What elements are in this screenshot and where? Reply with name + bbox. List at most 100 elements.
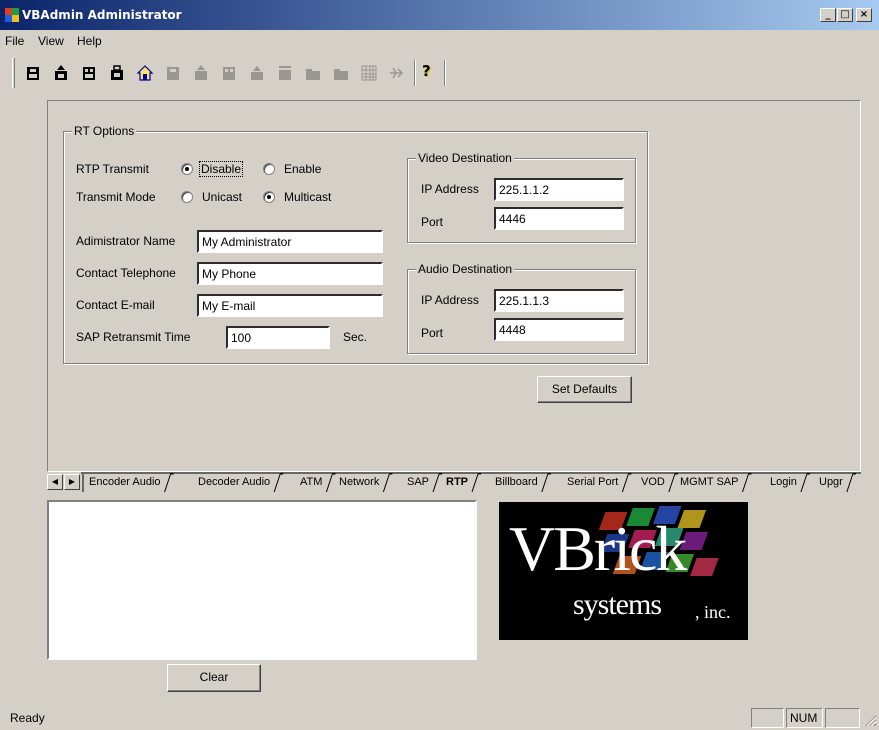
tab-scroll-left-button[interactable]: ◀ xyxy=(47,474,63,490)
tab-encoder-audio[interactable]: Encoder Audio xyxy=(89,474,161,492)
audio-ip-label: IP Address xyxy=(421,293,479,307)
disable-label[interactable]: Disable xyxy=(199,161,244,177)
tab-sap[interactable]: SAP xyxy=(407,474,429,492)
contact-phone-field[interactable]: My Phone xyxy=(197,262,383,285)
disk-upload-disabled-icon xyxy=(195,65,207,80)
title-bar[interactable]: VBAdmin Administrator _ □ × xyxy=(0,0,879,30)
rtp-panel: RT Options RTP Transmit Disable Enable T… xyxy=(47,100,861,472)
tab-decoder-audio[interactable]: Decoder Audio xyxy=(198,474,270,492)
log-output-box[interactable] xyxy=(47,500,477,660)
status-panel-scroll xyxy=(825,708,860,728)
logo-suffix-text: , inc. xyxy=(695,602,731,622)
contact-phone-label: Contact Telephone xyxy=(76,266,176,280)
toolbar: ? xyxy=(0,56,879,90)
audio-destination-group: Audio Destination IP Address 225.1.1.3 P… xyxy=(407,262,636,354)
enable-label[interactable]: Enable xyxy=(284,162,321,176)
window-title: VBAdmin Administrator xyxy=(22,8,182,22)
toolbar-separator xyxy=(414,60,416,86)
rtp-transmit-label: RTP Transmit xyxy=(76,162,149,176)
disk-bar-disabled-icon xyxy=(279,66,291,80)
menu-file[interactable]: File xyxy=(5,34,24,48)
tab-strip: ◀ ▶ Encoder Audio Decoder Audio ATM Netw… xyxy=(47,472,861,494)
disk-disabled-icon xyxy=(167,67,179,80)
toolbar-grip[interactable] xyxy=(12,58,15,88)
tab-divider xyxy=(742,473,752,493)
tab-divider xyxy=(471,473,481,493)
status-panel-num: NUM xyxy=(786,708,823,728)
tab-divider xyxy=(621,473,632,493)
tab-divider xyxy=(382,473,393,493)
resize-grip-icon[interactable] xyxy=(864,714,877,727)
app-icon xyxy=(5,8,19,22)
tab-serial-port[interactable]: Serial Port xyxy=(567,474,618,492)
logo-brand-text: VBrick xyxy=(509,513,687,584)
admin-name-field[interactable]: My Administrator xyxy=(197,230,383,253)
clear-button[interactable]: Clear xyxy=(167,664,261,692)
tab-divider xyxy=(325,473,336,493)
tab-divider xyxy=(668,473,678,493)
rt-options-legend: RT Options xyxy=(72,124,137,138)
transmit-mode-label: Transmit Mode xyxy=(76,190,156,204)
video-ip-field[interactable]: 225.1.1.2 xyxy=(494,178,624,201)
video-destination-group: Video Destination IP Address 225.1.1.2 P… xyxy=(407,151,636,243)
unicast-label[interactable]: Unicast xyxy=(202,190,242,204)
audio-destination-legend: Audio Destination xyxy=(416,262,515,276)
multicast-label[interactable]: Multicast xyxy=(284,190,331,204)
disk-dual-disabled-icon xyxy=(223,67,235,80)
set-defaults-button[interactable]: Set Defaults xyxy=(537,376,632,403)
vbrick-logo: VBrick systems , inc. xyxy=(499,502,748,640)
toolbar-separator xyxy=(444,60,446,86)
tab-divider xyxy=(432,473,443,493)
rt-options-group: RT Options RTP Transmit Disable Enable T… xyxy=(63,124,648,364)
help-icon[interactable]: ? xyxy=(422,62,431,80)
admin-name-label: Adimistrator Name xyxy=(76,234,176,248)
menu-help[interactable]: Help xyxy=(77,34,102,48)
tab-billboard[interactable]: Billboard xyxy=(495,474,538,492)
disk-upload-icon[interactable] xyxy=(52,64,70,82)
tab-scroll-right-button[interactable]: ▶ xyxy=(64,474,80,490)
sap-retransmit-field[interactable]: 100 xyxy=(226,326,330,349)
tab-login[interactable]: Login xyxy=(770,474,797,492)
unicast-radio[interactable] xyxy=(181,191,193,203)
close-button[interactable]: × xyxy=(856,8,872,22)
menu-view[interactable]: View xyxy=(38,34,64,48)
tab-vod[interactable]: VOD xyxy=(641,474,665,492)
tab-divider xyxy=(541,473,551,493)
disk-lock-icon[interactable] xyxy=(108,64,126,82)
sap-retransmit-label: SAP Retransmit Time xyxy=(76,330,191,344)
tab-network[interactable]: Network xyxy=(339,474,379,492)
maximize-button[interactable]: □ xyxy=(837,8,853,22)
disable-radio[interactable] xyxy=(181,163,193,175)
audio-port-label: Port xyxy=(421,326,444,340)
grid-disabled-icon xyxy=(361,65,377,81)
contact-email-field[interactable]: My E-mail xyxy=(197,294,383,317)
status-panel-caps xyxy=(751,708,784,728)
tab-upgrade[interactable]: Upgr xyxy=(819,474,843,492)
tab-divider xyxy=(846,473,856,493)
audio-ip-field[interactable]: 225.1.1.3 xyxy=(494,289,624,312)
status-bar: Ready NUM xyxy=(0,706,879,730)
audio-port-field[interactable]: 4448 xyxy=(494,318,624,341)
multicast-radio[interactable] xyxy=(263,191,275,203)
tab-atm[interactable]: ATM xyxy=(300,474,322,492)
minimize-button[interactable]: _ xyxy=(820,8,836,22)
tab-divider xyxy=(800,473,810,493)
tab-mgmt-sap[interactable]: MGMT SAP xyxy=(680,474,738,492)
upload-disabled-icon xyxy=(251,66,263,80)
logo-sub-text: systems xyxy=(573,588,662,621)
tab-rtp[interactable]: RTP xyxy=(446,474,468,492)
video-port-field[interactable]: 4446 xyxy=(494,207,624,230)
contact-email-label: Contact E-mail xyxy=(76,298,155,312)
folder2-disabled-icon xyxy=(334,69,348,80)
sap-unit-label: Sec. xyxy=(343,330,368,344)
tab-divider xyxy=(164,473,174,493)
home-icon[interactable] xyxy=(136,64,154,82)
enable-radio[interactable] xyxy=(263,163,275,175)
disk-icon[interactable] xyxy=(24,64,42,82)
video-ip-label: IP Address xyxy=(421,182,479,196)
status-text: Ready xyxy=(10,711,45,725)
disk-dual-icon[interactable] xyxy=(80,64,98,82)
arrow-disabled-icon xyxy=(390,67,404,79)
video-port-label: Port xyxy=(421,215,444,229)
tab-divider xyxy=(273,473,284,493)
